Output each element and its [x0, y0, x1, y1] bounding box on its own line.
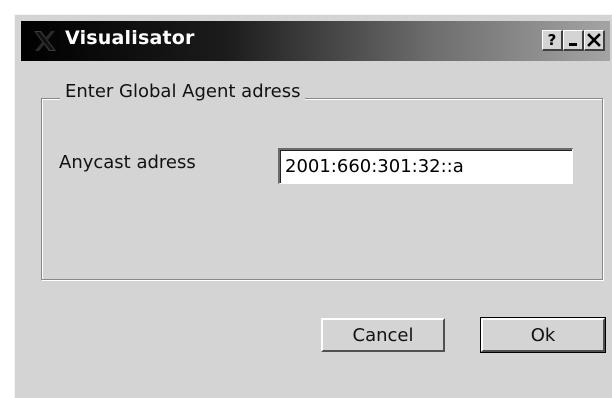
- anycast-address-input[interactable]: [278, 148, 573, 184]
- window-title: Visualisator: [65, 27, 195, 49]
- close-icon: [587, 33, 601, 47]
- help-button[interactable]: ?: [542, 30, 563, 51]
- minimize-button[interactable]: [563, 30, 584, 51]
- global-agent-group: [41, 98, 603, 280]
- cancel-button[interactable]: Cancel: [321, 318, 445, 352]
- ok-button[interactable]: Ok: [480, 317, 606, 353]
- anycast-address-label: Anycast adress: [59, 152, 196, 173]
- dialog-window: Visualisator ? Enter Global Agent adress…: [14, 14, 612, 398]
- question-mark-icon: ?: [547, 31, 557, 49]
- group-title: Enter Global Agent adress: [60, 80, 306, 104]
- x-logo-icon[interactable]: [31, 29, 59, 53]
- close-button[interactable]: [584, 30, 605, 51]
- title-bar[interactable]: Visualisator ?: [21, 21, 610, 61]
- minimize-icon: [569, 43, 577, 46]
